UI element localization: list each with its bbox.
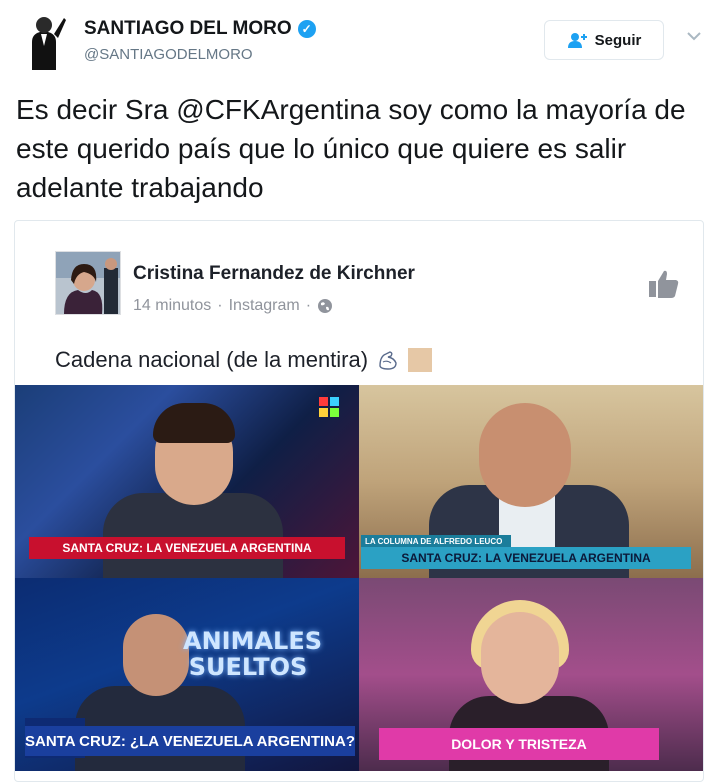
photo-panel-2: LA COLUMNA DE ALFREDO LEUCO SANTA CRUZ: … — [359, 385, 703, 578]
thumbs-up-icon[interactable] — [647, 267, 681, 301]
post-meta: 14 minutos · Instagram · — [133, 297, 333, 315]
tweet-text: Es decir Sra @CFKArgentina soy como la m… — [16, 94, 686, 203]
verified-badge-icon: ✓ — [297, 20, 316, 38]
author-name-text[interactable]: SANTIAGO DEL MORO — [84, 18, 292, 40]
news-chyron: DOLOR Y TRISTEZA — [379, 728, 659, 760]
flexed-biceps-icon — [379, 351, 397, 370]
author-avatar[interactable] — [18, 12, 68, 70]
skin-tone-icon — [408, 348, 433, 372]
facebook-post: Cristina Fernandez de Kirchner 14 minuto… — [35, 233, 683, 379]
news-chyron: SANTA CRUZ: ¿LA VENEZUELA ARGENTINA? — [25, 726, 355, 756]
author-name[interactable]: SANTIAGO DEL MORO ✓ — [84, 18, 316, 40]
post-time[interactable]: 14 minutos — [133, 297, 211, 315]
post-text: Cadena nacional (de la mentira) — [55, 347, 433, 373]
photo-panel-4: DOLOR Y TRISTEZA — [359, 578, 703, 771]
follow-button-label: Seguir — [594, 31, 642, 49]
photo-panel-1: SANTA CRUZ: LA VENEZUELA ARGENTINA — [15, 385, 359, 578]
news-chyron: SANTA CRUZ: LA VENEZUELA ARGENTINA — [361, 547, 691, 569]
post-author-name[interactable]: Cristina Fernandez de Kirchner — [133, 263, 415, 285]
photo-panel-3: ANIMALES SUELTOS ★ SANTA CRUZ: ¿LA VENEZ… — [15, 578, 359, 771]
meta-separator: · — [217, 297, 223, 314]
news-subtitle: LA COLUMNA DE ALFREDO LEUCO — [361, 535, 511, 547]
chevron-down-icon[interactable] — [686, 30, 702, 42]
post-author-avatar[interactable] — [55, 251, 121, 315]
post-text-content: Cadena nacional (de la mentira) — [55, 347, 369, 372]
channel-logo-icon — [319, 397, 339, 417]
add-user-icon — [567, 33, 587, 48]
tweet-header: SANTIAGO DEL MORO ✓ @SANTIAGODELMORO Seg… — [14, 10, 706, 76]
follow-button[interactable]: Seguir — [544, 20, 664, 60]
globe-icon — [318, 299, 333, 313]
show-title: ANIMALES SUELTOS — [183, 627, 323, 681]
post-source[interactable]: Instagram — [229, 297, 300, 315]
photo-collage[interactable]: SANTA CRUZ: LA VENEZUELA ARGENTINA LA CO… — [15, 385, 703, 771]
embedded-post-card[interactable]: Cristina Fernandez de Kirchner 14 minuto… — [14, 220, 704, 782]
news-chyron: SANTA CRUZ: LA VENEZUELA ARGENTINA — [29, 537, 345, 559]
author-handle[interactable]: @SANTIAGODELMORO — [84, 46, 253, 63]
meta-separator: · — [305, 297, 312, 314]
